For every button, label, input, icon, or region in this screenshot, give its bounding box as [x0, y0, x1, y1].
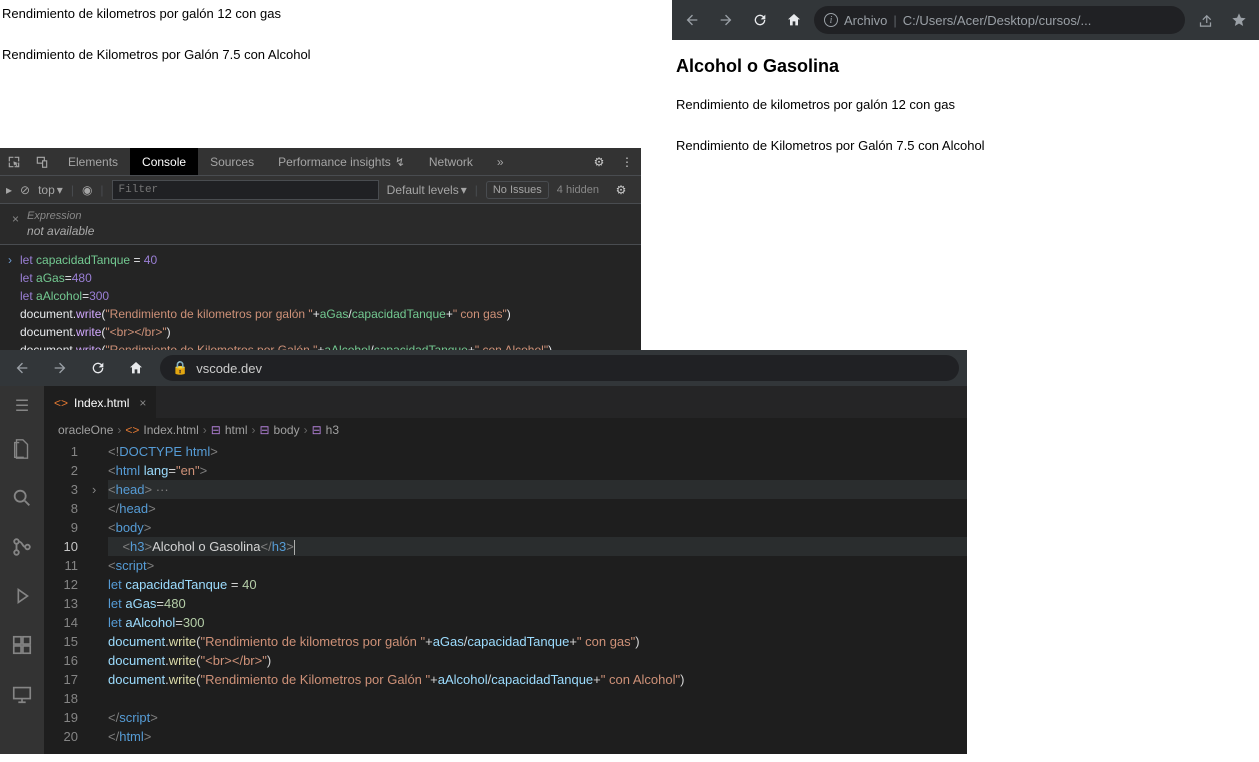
- code-editor[interactable]: 123891011121314151617181920 › <!DOCTYPE …: [44, 442, 967, 754]
- tag-icon: ⊟: [211, 423, 221, 437]
- vscode-forward-button[interactable]: [46, 354, 74, 382]
- address-bar[interactable]: i Archivo | C:/Users/Acer/Desktop/cursos…: [814, 6, 1185, 34]
- play-icon[interactable]: ▸: [6, 183, 12, 197]
- share-button[interactable]: [1191, 6, 1219, 34]
- browser-viewport: Alcohol o Gasolina Rendimiento de kilome…: [672, 40, 1259, 153]
- back-button[interactable]: [678, 6, 706, 34]
- crumb[interactable]: h3: [326, 423, 339, 437]
- activity-bar: ☰: [0, 386, 44, 754]
- html-file-icon: <>: [54, 396, 68, 410]
- expression-value: not available: [12, 224, 629, 238]
- console-line: let aGas=480: [20, 269, 92, 287]
- devtools-panel: Elements Console Sources Performance ins…: [0, 148, 641, 371]
- menu-icon[interactable]: ☰: [15, 396, 29, 416]
- console-line: document.write("Rendimiento de kilometro…: [20, 305, 511, 323]
- tag-icon: ⊟: [312, 423, 322, 437]
- search-icon[interactable]: [11, 487, 33, 514]
- console-settings-icon[interactable]: ⚙: [607, 183, 635, 197]
- html-file-icon: <>: [125, 423, 139, 437]
- info-icon: i: [824, 13, 838, 27]
- vscode-address-bar[interactable]: 🔒 vscode.dev: [160, 355, 959, 381]
- device-icon[interactable]: [28, 155, 56, 169]
- fold-collapsed-icon[interactable]: ›: [92, 480, 108, 499]
- page-line-1: Rendimiento de kilometros por galón 12 c…: [676, 97, 1251, 112]
- filter-input[interactable]: [112, 180, 379, 200]
- lightning-icon: ↯: [395, 155, 405, 169]
- page-heading: Alcohol o Gasolina: [676, 56, 1251, 77]
- console-toolbar: ▸ ⊘ top ▾ | ◉ | Default levels ▾ | No Is…: [0, 176, 641, 204]
- vscode-reload-button[interactable]: [84, 354, 112, 382]
- browser-panel: i Archivo | C:/Users/Acer/Desktop/cursos…: [672, 0, 1259, 179]
- address-path: C:/Users/Acer/Desktop/cursos/...: [903, 13, 1092, 28]
- live-expression-area: × Expression not available: [0, 204, 641, 245]
- console-line: let capacidadTanque = 40: [20, 251, 157, 269]
- browser-toolbar: i Archivo | C:/Users/Acer/Desktop/cursos…: [672, 0, 1259, 40]
- vscode-body: ☰ <> Index.html × oracleOne › <> Index.htm…: [0, 386, 967, 754]
- crumb[interactable]: body: [274, 423, 300, 437]
- extensions-icon[interactable]: [11, 634, 33, 661]
- editor-tabs: <> Index.html ×: [44, 386, 967, 418]
- context-selector[interactable]: top ▾: [38, 183, 63, 197]
- debug-icon[interactable]: [11, 585, 33, 612]
- tab-console[interactable]: Console: [130, 148, 198, 175]
- separator: |: [71, 183, 74, 197]
- vscode-home-button[interactable]: [122, 354, 150, 382]
- lock-icon: 🔒: [172, 360, 188, 376]
- page-line-2: Rendimiento de Kilometros por Galón 7.5 …: [676, 138, 1251, 153]
- address-separator: |: [893, 13, 896, 28]
- prompt-icon: ›: [8, 251, 20, 269]
- fold-gutter: ›: [92, 442, 108, 746]
- vscode-panel: 🔒 vscode.dev ☰ <> Index.html × oracleOne…: [0, 350, 967, 754]
- separator: |: [100, 183, 103, 197]
- crumb[interactable]: Index.html: [143, 423, 198, 437]
- console-line: document.write("<br></br>"): [20, 323, 171, 341]
- crumb[interactable]: oracleOne: [58, 423, 113, 437]
- live-expression-icon[interactable]: ◉: [82, 183, 92, 197]
- more-icon[interactable]: ⋮: [613, 155, 641, 169]
- settings-icon[interactable]: ⚙: [585, 155, 613, 169]
- explorer-icon[interactable]: [11, 438, 33, 465]
- devtools-tabs: Elements Console Sources Performance ins…: [0, 148, 641, 176]
- console-line: let aAlcohol=300: [20, 287, 109, 305]
- tabs-more[interactable]: »: [485, 148, 516, 175]
- code-content[interactable]: <!DOCTYPE html> <html lang="en"> <head> …: [108, 442, 967, 746]
- inspect-icon[interactable]: [0, 155, 28, 169]
- hidden-count: 4 hidden: [557, 184, 599, 196]
- tab-elements[interactable]: Elements: [56, 148, 130, 175]
- clear-icon[interactable]: ⊘: [20, 183, 30, 197]
- breadcrumb[interactable]: oracleOne› <>Index.html› ⊟html› ⊟body› ⊟…: [44, 418, 967, 442]
- reload-button[interactable]: [746, 6, 774, 34]
- tab-sources[interactable]: Sources: [198, 148, 266, 175]
- file-tab[interactable]: <> Index.html ×: [44, 386, 156, 418]
- line-numbers: 123891011121314151617181920: [44, 442, 92, 746]
- vscode-back-button[interactable]: [8, 354, 36, 382]
- tab-filename: Index.html: [74, 396, 129, 410]
- vscode-browser-bar: 🔒 vscode.dev: [0, 350, 967, 386]
- separator: |: [475, 183, 478, 197]
- vscode-url: vscode.dev: [196, 361, 262, 376]
- output-line-2: Rendimiento de Kilometros por Galón 7.5 …: [2, 47, 311, 62]
- editor-area: <> Index.html × oracleOne› <>Index.html›…: [44, 386, 967, 754]
- tab-performance[interactable]: Performance insights↯: [266, 148, 417, 175]
- close-tab-icon[interactable]: ×: [139, 396, 146, 410]
- tab-network[interactable]: Network: [417, 148, 485, 175]
- output-line-1: Rendimiento de kilometros por galón 12 c…: [2, 6, 311, 21]
- close-expression-icon[interactable]: ×: [12, 212, 19, 226]
- expression-label: Expression: [12, 210, 629, 222]
- bookmark-button[interactable]: [1225, 6, 1253, 34]
- source-control-icon[interactable]: [11, 536, 33, 563]
- issues-badge[interactable]: No Issues: [486, 181, 549, 199]
- home-button[interactable]: [780, 6, 808, 34]
- forward-button[interactable]: [712, 6, 740, 34]
- page-output-panel: Rendimiento de kilometros por galón 12 c…: [2, 6, 311, 88]
- levels-selector[interactable]: Default levels ▾: [387, 183, 467, 197]
- tag-icon: ⊟: [259, 423, 269, 437]
- address-prefix: Archivo: [844, 13, 887, 28]
- remote-icon[interactable]: [11, 683, 33, 710]
- crumb[interactable]: html: [225, 423, 248, 437]
